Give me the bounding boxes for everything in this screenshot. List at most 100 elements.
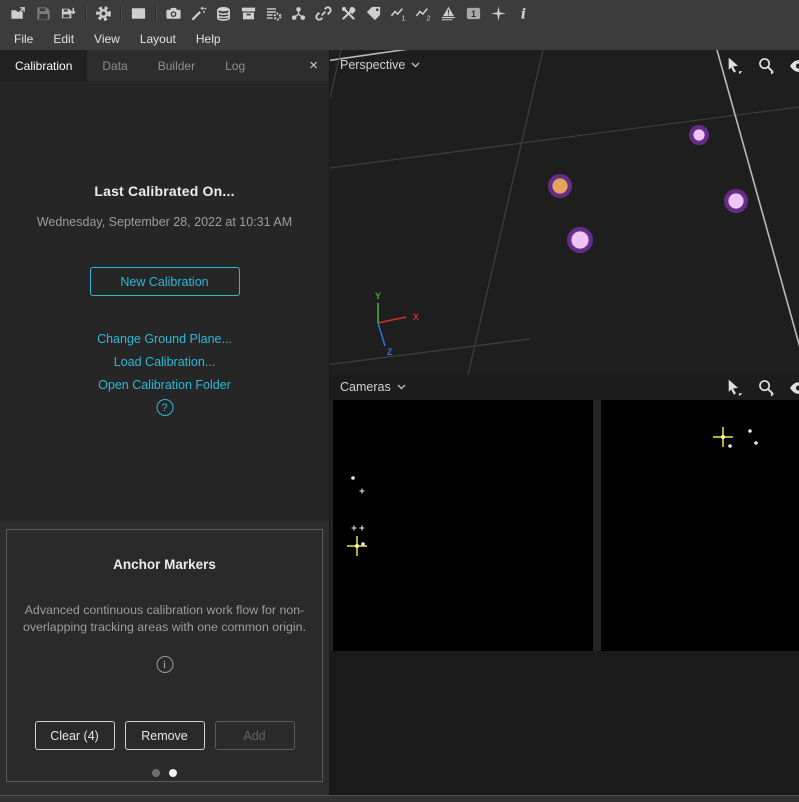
- cameras-tools: [725, 378, 799, 397]
- save-project-icon[interactable]: [31, 2, 56, 26]
- properties-list-icon[interactable]: [261, 2, 286, 26]
- tracked-marker[interactable]: [691, 127, 707, 143]
- grid-line: [330, 107, 799, 168]
- perspective-viewport[interactable]: Perspective Y X Z: [330, 50, 799, 375]
- new-calibration-button[interactable]: New Calibration: [90, 267, 240, 296]
- main-area: CalibrationDataBuilderLog × Last Calibrat…: [0, 50, 799, 795]
- anchor-markers-card: Anchor Markers Advanced continuous calib…: [6, 529, 323, 782]
- camera-marker-dot[interactable]: [361, 542, 365, 546]
- add-button: Add: [215, 721, 295, 750]
- tracked-marker[interactable]: [569, 229, 591, 251]
- close-pane-icon[interactable]: ×: [298, 50, 329, 81]
- layout-window-icon[interactable]: [126, 2, 151, 26]
- cameras-view-selector[interactable]: Cameras: [340, 380, 406, 394]
- last-calibrated-heading: Last Calibrated On...: [0, 183, 329, 199]
- menu-file[interactable]: File: [4, 29, 43, 49]
- change-ground-plane-link[interactable]: Change Ground Plane...: [0, 331, 329, 347]
- camera-marker-cross[interactable]: [360, 526, 365, 531]
- remove-button[interactable]: Remove: [125, 721, 205, 750]
- save-project-as-icon[interactable]: [56, 2, 81, 26]
- cameras-panel: Cameras: [330, 375, 799, 795]
- svg-text:i: i: [521, 7, 526, 22]
- log-warning-icon[interactable]: [436, 2, 461, 26]
- toolbar-separator: [120, 5, 122, 22]
- clear-4-button[interactable]: Clear (4): [35, 721, 115, 750]
- settings-gear-icon[interactable]: [91, 2, 116, 26]
- select-cursor-icon[interactable]: [725, 378, 744, 397]
- zoom-magnifier-icon[interactable]: [757, 378, 776, 397]
- camera-view-1[interactable]: [333, 400, 593, 651]
- camera-marker-dot[interactable]: [351, 476, 355, 480]
- pane-tab-bar: CalibrationDataBuilderLog ×: [0, 50, 329, 82]
- menu-layout[interactable]: Layout: [130, 29, 186, 49]
- graph-2-icon[interactable]: 2: [411, 2, 436, 26]
- visibility-eye-icon[interactable]: [789, 56, 799, 75]
- open-calibration-folder-link[interactable]: Open Calibration Folder: [0, 377, 329, 393]
- pagination-dots: [7, 769, 322, 777]
- viewport-area: Perspective Y X Z Cameras: [330, 50, 799, 795]
- camera-view-gap: [593, 400, 601, 651]
- tab-data[interactable]: Data: [87, 50, 142, 81]
- load-calibration-link[interactable]: Load Calibration...: [0, 354, 329, 370]
- camera-marker-dot[interactable]: [728, 444, 732, 448]
- chevron-down-icon: [397, 384, 406, 390]
- anchor-marker[interactable]: [550, 176, 570, 196]
- chevron-down-icon: [411, 62, 420, 68]
- constraints-link-icon[interactable]: [311, 2, 336, 26]
- camera-view-2[interactable]: [601, 400, 799, 651]
- grid-line: [717, 50, 799, 375]
- camera-marker-cross[interactable]: [352, 526, 357, 531]
- data-streaming-icon[interactable]: [211, 2, 236, 26]
- perspective-canvas[interactable]: Y X Z: [330, 50, 799, 375]
- svg-text:Z: Z: [387, 347, 393, 357]
- builder-tools-icon[interactable]: [336, 2, 361, 26]
- anchor-buttons-row: Clear (4) Remove Add: [7, 721, 322, 750]
- page-dot-1[interactable]: [152, 769, 160, 777]
- info-icon[interactable]: i: [511, 2, 536, 26]
- tab-builder[interactable]: Builder: [143, 50, 210, 81]
- svg-text:1: 1: [401, 14, 405, 22]
- tracked-marker[interactable]: [726, 191, 746, 211]
- calibration-wand-icon[interactable]: [186, 2, 211, 26]
- labeling-tag-icon[interactable]: [361, 2, 386, 26]
- select-cursor-icon[interactable]: [725, 56, 744, 75]
- viewport-1-icon[interactable]: 1: [461, 2, 486, 26]
- selected-marker-crosshair[interactable]: [713, 427, 733, 447]
- assets-nodes-icon[interactable]: [286, 2, 311, 26]
- graph-1-icon[interactable]: 1: [386, 2, 411, 26]
- tab-calibration[interactable]: Calibration: [0, 50, 87, 81]
- menu-edit[interactable]: Edit: [43, 29, 84, 49]
- svg-text:Y: Y: [375, 291, 381, 301]
- tab-log[interactable]: Log: [210, 50, 260, 81]
- camera-marker-dot[interactable]: [748, 429, 752, 433]
- page-dot-2[interactable]: [169, 769, 177, 777]
- menu-help[interactable]: Help: [186, 29, 231, 49]
- panel-divider: [0, 521, 329, 529]
- visibility-eye-icon[interactable]: [789, 378, 799, 397]
- menu-view[interactable]: View: [84, 29, 130, 49]
- camera-view-icon[interactable]: [161, 2, 186, 26]
- axis-gizmo: Y X Z: [375, 291, 419, 357]
- perspective-title: Perspective: [340, 58, 405, 72]
- grid-line: [468, 50, 543, 375]
- grid-line: [330, 339, 530, 365]
- main-toolbar: 121i: [0, 0, 799, 27]
- open-project-icon[interactable]: [6, 2, 31, 26]
- perspective-view-selector[interactable]: Perspective: [340, 58, 420, 72]
- last-calibrated-date: Wednesday, September 28, 2022 at 10:31 A…: [0, 215, 329, 229]
- svg-text:X: X: [413, 312, 419, 322]
- toolbar-separator: [85, 5, 87, 22]
- toolbar-separator: [155, 5, 157, 22]
- cameras-header: Cameras: [330, 375, 799, 400]
- marker-star-icon[interactable]: [486, 2, 511, 26]
- menu-bar: FileEditViewLayoutHelp: [0, 27, 799, 50]
- zoom-magnifier-icon[interactable]: [757, 56, 776, 75]
- selected-marker-crosshair[interactable]: [347, 536, 367, 556]
- camera-marker-cross[interactable]: [360, 489, 365, 494]
- camera-marker-dot[interactable]: [754, 441, 758, 445]
- calibration-section: Last Calibrated On... Wednesday, Septemb…: [0, 82, 329, 521]
- info-icon[interactable]: i: [156, 656, 173, 673]
- help-icon[interactable]: ?: [156, 399, 173, 416]
- perspective-tools: [725, 56, 799, 75]
- archive-icon[interactable]: [236, 2, 261, 26]
